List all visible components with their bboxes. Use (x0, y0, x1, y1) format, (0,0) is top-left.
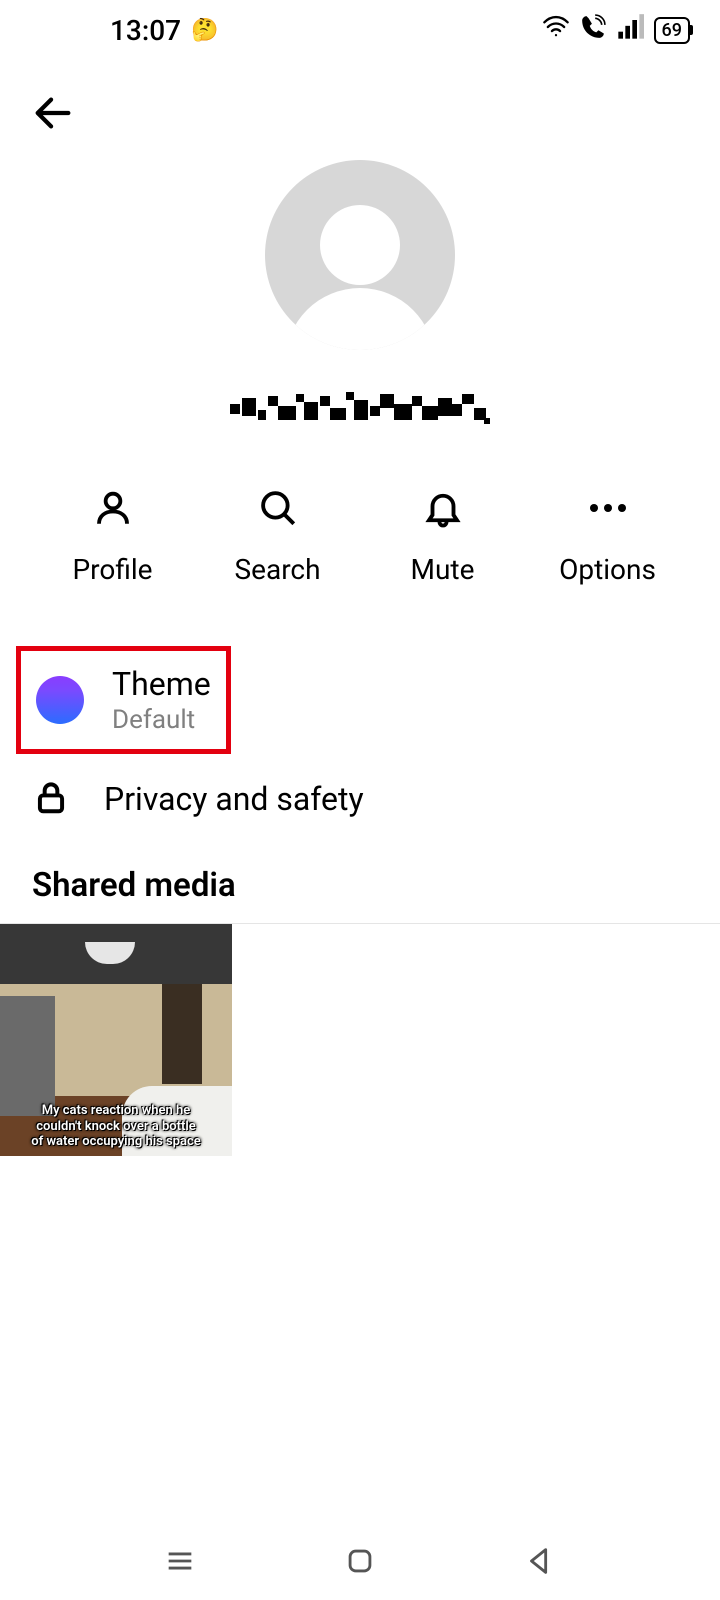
action-row: Profile Search Mute Options (0, 485, 720, 586)
username-redacted (230, 390, 490, 430)
options-action-label: Options (559, 553, 656, 586)
mute-action[interactable]: Mute (360, 485, 525, 586)
person-icon (92, 485, 134, 531)
media-caption: My cats reaction when he couldn't knock … (0, 1103, 232, 1150)
nav-back[interactable] (523, 1544, 557, 1582)
lock-icon (32, 778, 70, 820)
theme-swatch-icon (36, 676, 84, 724)
status-left: 13:07 🤔 (110, 14, 218, 47)
back-button[interactable] (30, 90, 690, 140)
status-bar: 13:07 🤔 69 (0, 0, 720, 60)
caption-line-3: of water occupying his space (31, 1134, 201, 1150)
status-right: 69 (542, 13, 690, 48)
theme-row[interactable]: Theme Default (16, 646, 231, 754)
dots-icon (590, 485, 626, 531)
settings-list: Theme Default Privacy and safety (0, 646, 720, 844)
mute-action-label: Mute (411, 553, 475, 586)
nav-recents[interactable] (163, 1544, 197, 1582)
theme-text: Theme Default (112, 665, 211, 735)
privacy-row[interactable]: Privacy and safety (0, 754, 720, 844)
profile-header (0, 150, 720, 430)
signal-icon (616, 13, 644, 48)
bell-icon (422, 485, 464, 531)
avatar[interactable] (265, 160, 455, 350)
search-icon (257, 485, 299, 531)
system-nav-bar (0, 1544, 720, 1582)
profile-action[interactable]: Profile (30, 485, 195, 586)
theme-subtitle: Default (112, 705, 211, 735)
wifi-icon (542, 13, 570, 48)
caption-line-2: couldn't knock over a bottle (36, 1119, 195, 1135)
status-emoji-icon: 🤔 (191, 18, 218, 43)
shared-media-header: Shared media (0, 844, 720, 923)
caption-line-1: My cats reaction when he (42, 1103, 191, 1119)
profile-action-label: Profile (72, 553, 152, 586)
header (0, 60, 720, 150)
options-action[interactable]: Options (525, 485, 690, 586)
shared-media-grid: My cats reaction when he couldn't knock … (0, 923, 720, 1156)
phone-call-icon (580, 14, 606, 47)
theme-title: Theme (112, 665, 211, 703)
privacy-title: Privacy and safety (104, 780, 364, 818)
media-thumbnail[interactable]: My cats reaction when he couldn't knock … (0, 924, 232, 1156)
battery-level: 69 (654, 17, 690, 44)
search-action-label: Search (234, 553, 320, 586)
nav-home[interactable] (343, 1544, 377, 1582)
status-time: 13:07 (110, 14, 181, 47)
search-action[interactable]: Search (195, 485, 360, 586)
